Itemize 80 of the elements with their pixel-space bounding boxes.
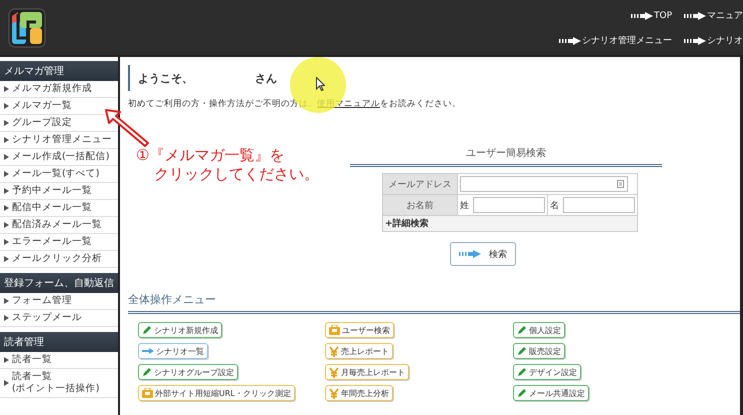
sidebar-section-header: 登録フォーム、自動返信 [0, 273, 118, 293]
triangle-icon [4, 171, 9, 177]
sidebar-item[interactable]: 読者一覧 [0, 352, 118, 369]
sidebar-item[interactable]: メール一覧(すべて) [0, 166, 118, 183]
triangle-icon [4, 205, 9, 211]
annotation-text: クリックしてください。 [153, 165, 319, 184]
arrow-icon [559, 36, 581, 44]
arrow-icon [684, 12, 706, 20]
welcome-suffix: さん [255, 70, 277, 86]
pencil-icon [517, 367, 527, 377]
bag-icon [329, 325, 340, 335]
menu-button[interactable]: ユーザー検索 [325, 322, 394, 338]
arrow-icon [684, 36, 706, 44]
email-field[interactable] [460, 176, 628, 192]
bag-icon [142, 388, 153, 398]
arrow-icon [630, 12, 653, 20]
annotation-text: ①『メルマガ一覧』を [136, 146, 286, 165]
pencil-icon [142, 325, 152, 335]
sidebar-item[interactable]: 配信済みメール一覧 [0, 217, 118, 234]
advanced-search-link[interactable]: +詳細検索 [385, 219, 429, 229]
yen-icon [329, 366, 339, 378]
app-logo[interactable] [8, 8, 46, 48]
sidebar-item[interactable]: 読者一覧 (ポイント一括操作) [0, 369, 118, 398]
sidebar-item[interactable]: 予約中メール一覧 [0, 183, 118, 200]
header-link[interactable]: シナリオ管理メニュー [559, 34, 672, 47]
yen-icon [329, 388, 339, 398]
menu-button[interactable]: シナリオ新規作成 [138, 322, 222, 338]
menu-button[interactable]: 年間売上分析 [325, 385, 393, 401]
sidebar-item[interactable]: メルマガ新規作成 [0, 81, 118, 98]
pencil-icon [517, 388, 527, 398]
yen-icon [329, 346, 339, 356]
menu-button[interactable]: シナリオグループ設定 [138, 364, 238, 380]
menu-title: 全体操作メニュー [128, 292, 740, 314]
triangle-icon [4, 298, 9, 304]
triangle-icon [4, 357, 9, 363]
email-label: メールアドレス [382, 174, 458, 194]
menu-button[interactable]: 個人設定 [513, 322, 565, 338]
sidebar-item[interactable]: メールクリック分析 [0, 251, 118, 268]
sidebar-item[interactable]: ステップメール [0, 310, 118, 327]
pencil-icon [517, 325, 527, 335]
triangle-icon [4, 380, 9, 386]
triangle-icon [4, 256, 9, 262]
sidebar-item[interactable]: メール作成(一括配信) [0, 149, 118, 166]
header-link[interactable]: シナリオ [684, 34, 743, 47]
triangle-icon [4, 86, 9, 92]
menu-button[interactable]: 外部サイト用短縮URL・クリック測定 [138, 385, 295, 401]
sidebar-item[interactable]: 配信中メール一覧 [0, 200, 118, 217]
menu-button[interactable]: デザイン設定 [513, 364, 581, 380]
sidebar-section-header: メルマガ管理 [0, 61, 118, 81]
sidebar-section-header: 読者管理 [0, 332, 118, 352]
triangle-icon [4, 103, 9, 109]
triangle-icon [4, 315, 9, 321]
field-icon [617, 180, 624, 188]
name-label: お名前 [382, 194, 458, 216]
triangle-icon [4, 239, 9, 245]
arrow-icon [459, 250, 481, 258]
triangle-icon [4, 120, 9, 126]
search-button[interactable]: 検索 [450, 242, 516, 266]
triangle-icon [4, 137, 9, 143]
arrow-icon [142, 348, 154, 354]
menu-button[interactable]: 販売設定 [513, 343, 565, 359]
menu-button[interactable]: メール共通設定 [513, 385, 589, 401]
cursor-icon [316, 77, 325, 91]
triangle-icon [4, 188, 9, 194]
menu-button[interactable]: シナリオ一覧 [138, 343, 208, 359]
menu-button[interactable]: 売上レポート [325, 343, 393, 359]
triangle-icon [4, 222, 9, 228]
pencil-icon [142, 367, 152, 377]
header-link[interactable]: マニュア [684, 9, 743, 22]
header-link[interactable]: TOP [630, 9, 672, 22]
pencil-icon [517, 346, 527, 356]
last-name-field[interactable] [473, 197, 545, 213]
first-name-field[interactable] [563, 197, 635, 213]
sidebar-item[interactable]: シナリオ管理メニュー [0, 132, 118, 149]
menu-button[interactable]: 月毎売上レポート [325, 364, 409, 380]
welcome-text: ようこそ、 [138, 70, 193, 86]
sidebar-item[interactable]: エラーメール一覧 [0, 234, 118, 251]
sidebar-item[interactable]: フォーム管理 [0, 293, 118, 310]
search-title: ユーザー簡易検索 [350, 146, 662, 167]
triangle-icon [4, 154, 9, 160]
